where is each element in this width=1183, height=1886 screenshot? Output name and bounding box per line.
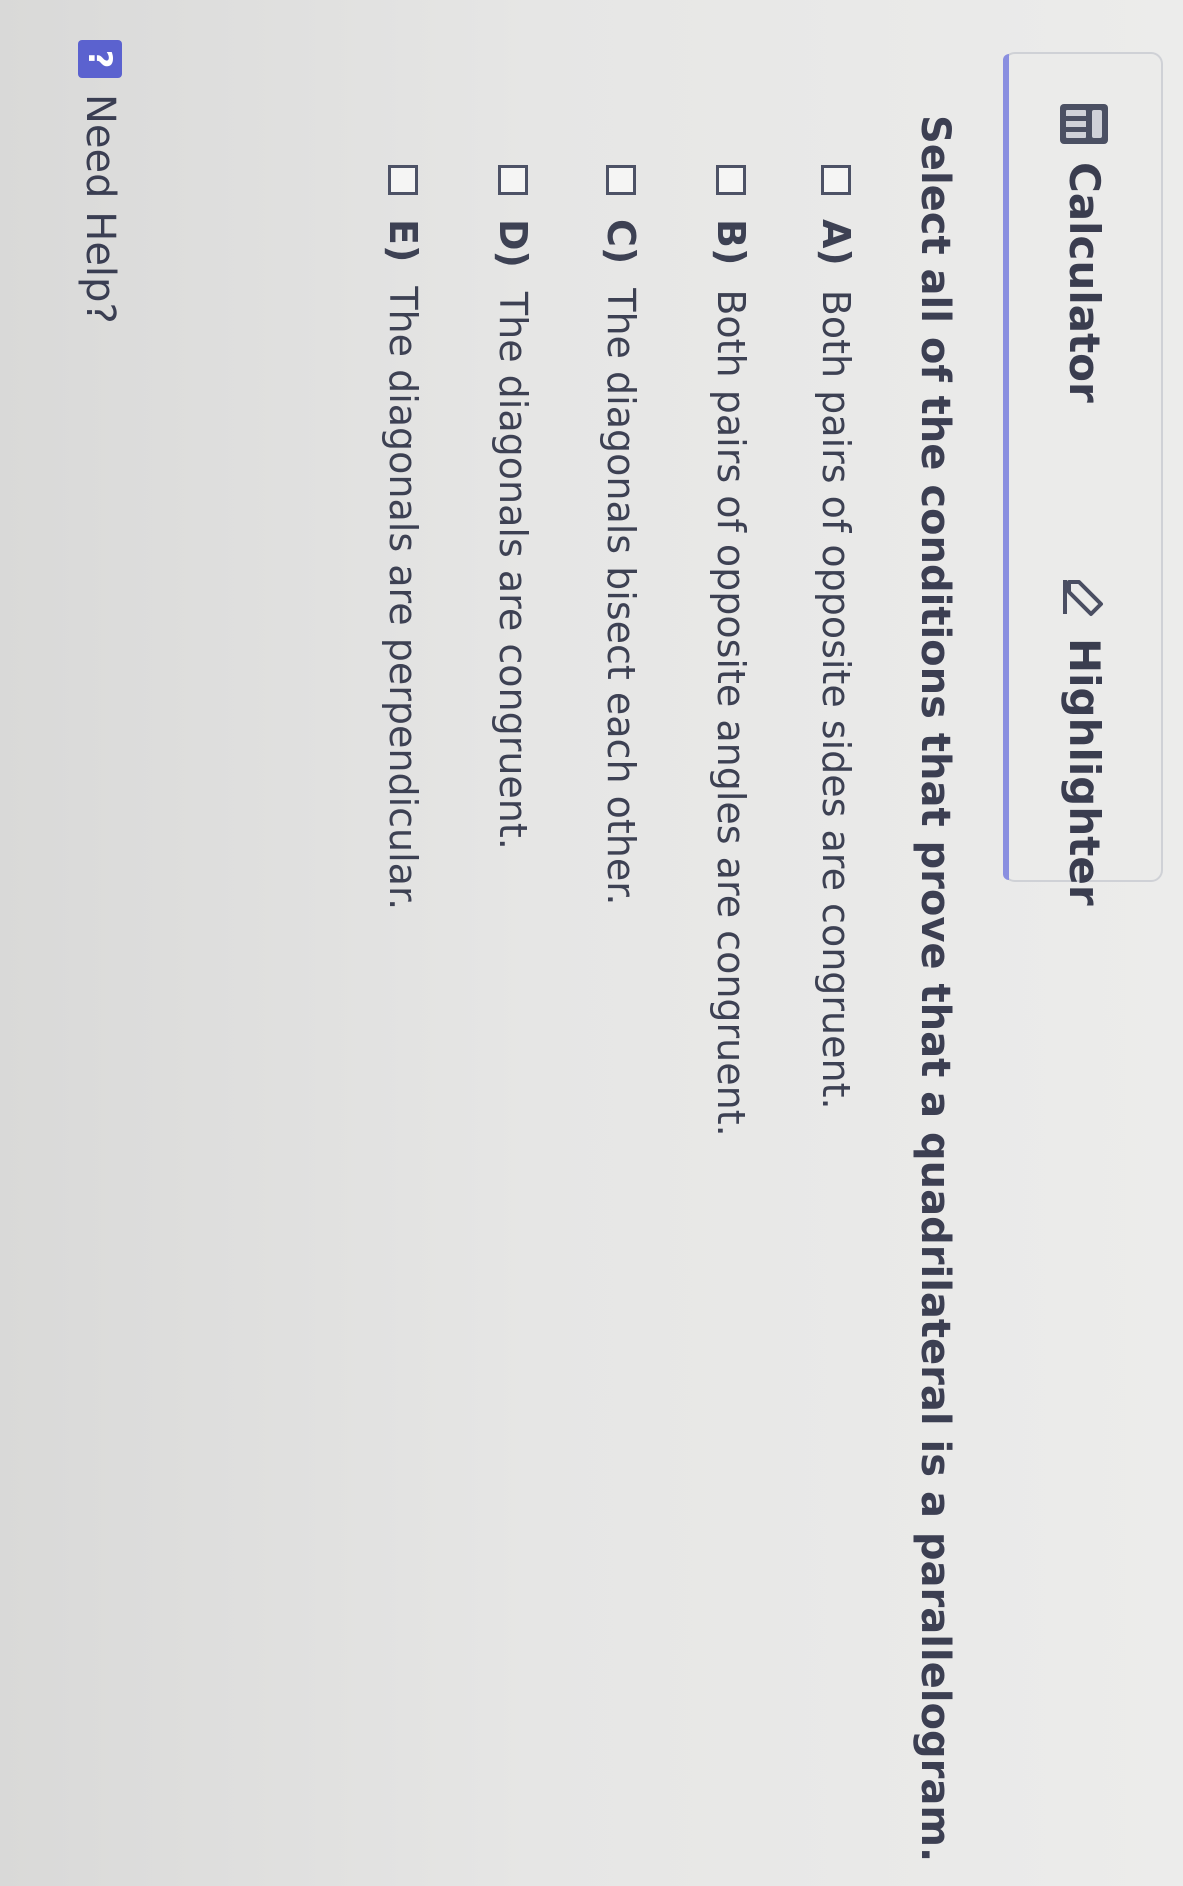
option-a-letter: A): [814, 219, 858, 266]
option-c-letter: C): [599, 219, 643, 265]
option-d-text: The diagonals are congruent.: [491, 291, 535, 850]
highlighter-pen-icon: [1062, 574, 1108, 620]
option-e-letter: E): [381, 219, 425, 263]
option-b[interactable]: B) Both pairs of opposite angles are con…: [709, 165, 753, 1137]
checkbox-d[interactable]: [498, 165, 528, 195]
question-mark-icon: ?: [78, 40, 122, 78]
checkbox-a[interactable]: [821, 165, 851, 195]
option-e[interactable]: E) The diagonals are perpendicular.: [381, 165, 425, 910]
checkbox-e[interactable]: [388, 165, 418, 195]
checkbox-b[interactable]: [716, 165, 746, 195]
question-prompt: Select all of the conditions that prove …: [912, 115, 958, 1863]
rotated-page: Calculator Highlighter Select all of the…: [0, 0, 1183, 1886]
need-help-label: Need Help?: [77, 94, 123, 324]
option-a-text: Both pairs of opposite sides are congrue…: [814, 289, 858, 1110]
option-d[interactable]: D) The diagonals are congruent.: [491, 165, 535, 850]
option-d-letter: D): [491, 219, 535, 268]
option-b-text: Both pairs of opposite angles are congru…: [709, 289, 753, 1137]
option-b-letter: B): [709, 219, 753, 266]
option-c-text: The diagonals bisect each other.: [599, 288, 643, 906]
option-e-text: The diagonals are perpendicular.: [381, 286, 425, 911]
checkbox-c[interactable]: [606, 165, 636, 195]
highlighter-label: Highlighter: [1060, 638, 1109, 906]
calculator-icon: [1060, 104, 1109, 144]
need-help-link[interactable]: ? Need Help?: [77, 40, 123, 324]
option-a[interactable]: A) Both pairs of opposite sides are cong…: [814, 165, 858, 1110]
toolbar: Calculator Highlighter: [1003, 52, 1163, 906]
highlighter-button[interactable]: Highlighter: [1060, 574, 1109, 906]
calculator-button[interactable]: Calculator: [1060, 104, 1109, 403]
option-c[interactable]: C) The diagonals bisect each other.: [599, 165, 643, 905]
calculator-label: Calculator: [1060, 162, 1109, 403]
toolbar-accent-bar: [1003, 54, 1009, 880]
